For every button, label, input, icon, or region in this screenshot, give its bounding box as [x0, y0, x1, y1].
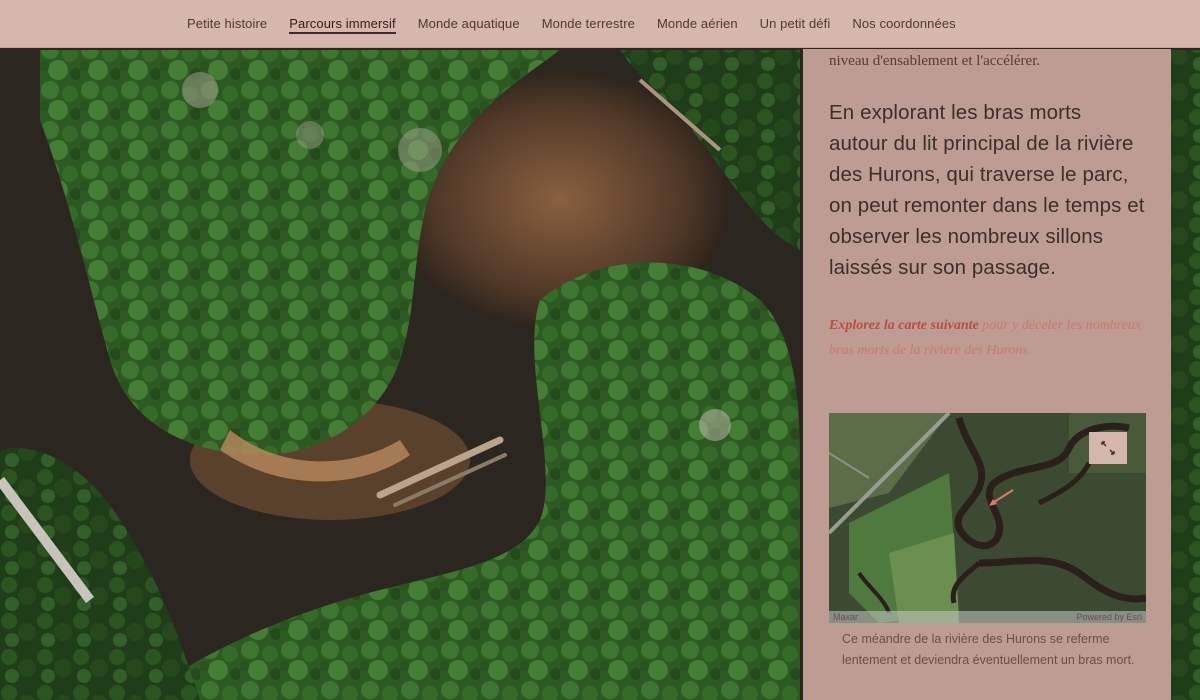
expand-arrows-icon — [1101, 441, 1115, 455]
map-instruction: Explorez la carte suivante pour y décele… — [829, 313, 1145, 363]
narrative-panel: niveau d'ensablement et l'accélérer. En … — [803, 49, 1171, 700]
nav-item-monde-aerien[interactable]: Monde aérien — [646, 0, 749, 48]
nav-item-un-petit-defi[interactable]: Un petit défi — [749, 0, 842, 48]
arrow-marker-icon — [989, 489, 1014, 506]
map-expand-button[interactable] — [1089, 432, 1127, 464]
previous-paragraph-end: niveau d'ensablement et l'accélérer. — [829, 53, 1041, 69]
nav-item-parcours-immersif[interactable]: Parcours immersif — [278, 0, 406, 48]
nav-item-monde-aquatique[interactable]: Monde aquatique — [407, 0, 531, 48]
river-map[interactable]: Maxar Powered by Esri — [829, 413, 1146, 623]
attribution-source: Maxar — [833, 612, 859, 622]
nav-item-monde-terrestre[interactable]: Monde terrestre — [531, 0, 646, 48]
nav-item-nos-coordonnees[interactable]: Nos coordonnées — [841, 0, 966, 48]
map-attribution: Maxar Powered by Esri — [829, 611, 1146, 623]
explore-map-link[interactable]: Explorez la carte suivante — [829, 318, 979, 333]
main-navigation: Petite histoire Parcours immersif Monde … — [0, 0, 1200, 48]
nav-item-petite-histoire[interactable]: Petite histoire — [176, 0, 278, 48]
lead-paragraph: En explorant les bras morts autour du li… — [829, 101, 1145, 279]
attribution-powered-by[interactable]: Powered by Esri — [1076, 612, 1142, 622]
map-caption: Ce méandre de la rivière des Hurons se r… — [842, 632, 1135, 667]
